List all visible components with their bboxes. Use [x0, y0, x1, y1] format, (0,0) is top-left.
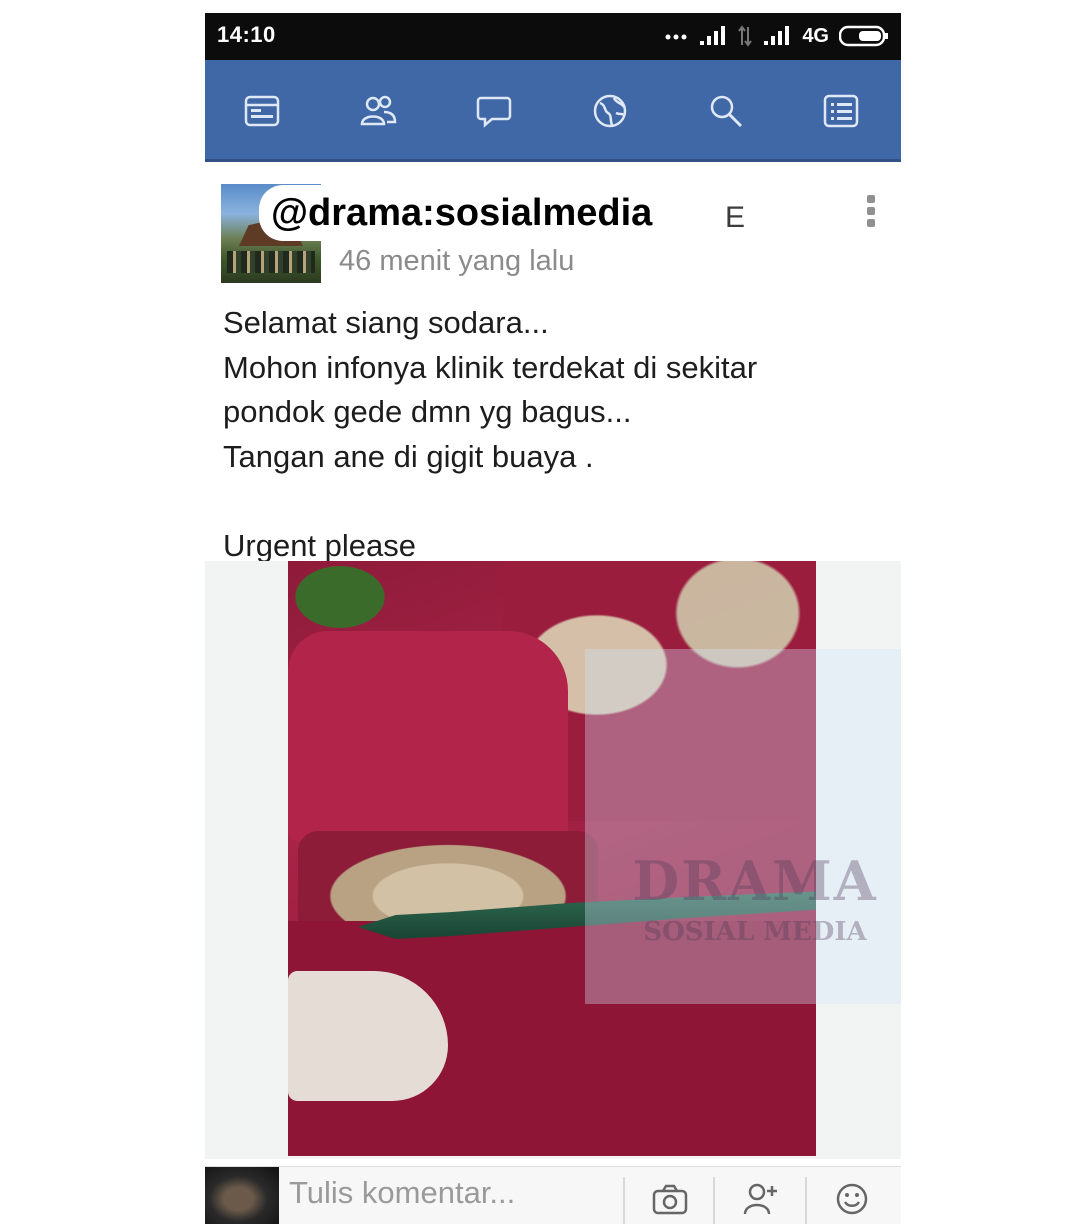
signal-icon: [700, 26, 726, 45]
comment-divider: [805, 1177, 807, 1224]
post-text-line: Tangan ane di gigit buaya .: [223, 438, 594, 474]
watermark-handle: @drama:sosialmedia: [259, 185, 665, 241]
post-photo-frame: DRAMA SOSIAL MEDIA: [205, 561, 901, 1159]
camera-button[interactable]: [645, 1175, 695, 1223]
post-text-line: [223, 479, 883, 524]
comment-divider: [623, 1177, 625, 1224]
emoji-icon: [836, 1183, 868, 1215]
network-type: 4G: [802, 24, 829, 47]
post-text: Selamat siang sodara... Mohon infonya kl…: [223, 301, 883, 568]
messages-icon: [476, 96, 512, 128]
post-time[interactable]: 46 menit yang lalu: [339, 245, 574, 278]
status-bar: 14:10 4G: [205, 13, 901, 60]
status-icons: 4G: [664, 21, 889, 51]
author-name[interactable]: E: [725, 201, 745, 235]
comment-input[interactable]: Tulis komentar...: [289, 1175, 515, 1211]
more-dot: [867, 207, 875, 215]
sofa-arm: [288, 631, 568, 841]
nav-friends[interactable]: [348, 86, 408, 136]
camera-icon: [652, 1184, 688, 1215]
data-arrows-icon: [738, 25, 753, 47]
post-text-line: pondok gede dmn yg bagus...: [223, 394, 632, 429]
post-card: E @drama:sosialmedia 46 menit yang lalu …: [205, 173, 901, 1173]
watermark-subtitle: SOSIAL MEDIA: [643, 917, 867, 947]
nav-menu[interactable]: [811, 86, 871, 136]
comment-bar: Tulis komentar...: [205, 1166, 901, 1224]
emoji-button[interactable]: [827, 1175, 877, 1223]
phone-screen: 14:10 4G E @drama:sosialmedia 46 menit y…: [205, 13, 901, 1224]
post-text-line: Mohon infonya klinik terdekat di sekitar: [223, 349, 758, 385]
nav-notifications[interactable]: [580, 86, 640, 136]
signal-icon-2: [764, 26, 790, 45]
search-icon: [710, 95, 743, 128]
commenter-avatar: [205, 1167, 279, 1224]
drama-watermark-logo: DRAMA SOSIAL MEDIA: [585, 649, 901, 1004]
nav-messages[interactable]: [464, 86, 524, 136]
watermark-title: DRAMA: [632, 849, 878, 913]
nav-search[interactable]: [696, 86, 756, 136]
status-time: 14:10: [217, 22, 276, 47]
news-feed-icon: [244, 95, 280, 127]
comment-divider: [713, 1177, 715, 1224]
nav-news-feed[interactable]: [232, 86, 292, 136]
post-text-line: Selamat siang sodara...: [223, 305, 549, 340]
nav-bar: [205, 60, 901, 162]
post-more-button[interactable]: [861, 195, 881, 235]
menu-icon: [823, 94, 859, 128]
dots-icon: [665, 34, 687, 40]
more-dot: [867, 195, 875, 203]
notifications-globe-icon: [593, 94, 627, 128]
hand: [288, 971, 448, 1101]
friends-icon: [360, 95, 397, 126]
battery-icon: [839, 25, 888, 47]
more-dot: [867, 219, 875, 227]
add-friend-icon: [743, 1183, 777, 1215]
avatar-people: [227, 251, 315, 273]
add-friend-button[interactable]: [736, 1175, 786, 1223]
